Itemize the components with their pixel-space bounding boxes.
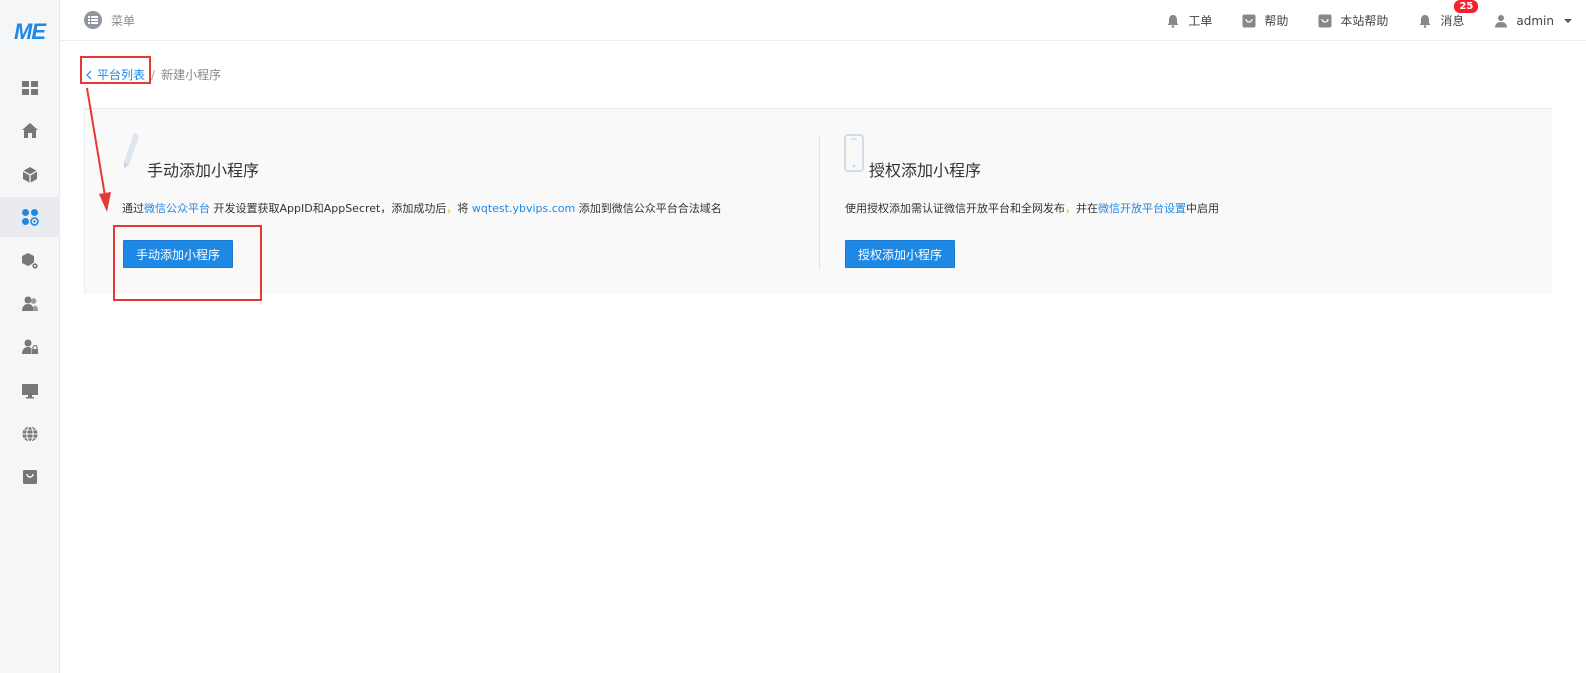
top-right-actions: 工单 帮助 本站帮助 消息 25 admin — [1136, 0, 1572, 41]
desc-text: ， — [446, 202, 458, 215]
desc-text: 开发设置获取AppID和AppSecret，添加成功后 — [210, 202, 447, 215]
sidebar-item-monitor[interactable] — [0, 371, 60, 411]
wechat-mp-link[interactable]: 微信公众平台 — [144, 202, 210, 215]
breadcrumb-current: 新建小程序 — [161, 68, 222, 82]
chevron-down-icon — [1564, 18, 1572, 23]
top-bar: 菜单 工单 帮助 本站帮助 消息 25 admin — [60, 0, 1586, 41]
sidebar-item-cube[interactable] — [0, 155, 60, 195]
user-name: admin — [1516, 13, 1554, 28]
store-icon — [23, 470, 37, 484]
bell-icon — [1419, 14, 1431, 28]
desc-text: 并在 — [1076, 202, 1098, 215]
user-menu[interactable]: admin — [1494, 14, 1572, 28]
annotation-box-breadcrumb — [80, 56, 151, 84]
desc-text: 将 — [457, 202, 472, 215]
desc-text: 通过 — [122, 202, 144, 215]
sidebar-item-users[interactable] — [0, 284, 60, 324]
brand-logo[interactable]: ME — [0, 0, 59, 64]
pencil-icon — [124, 133, 139, 168]
package-settings-icon — [22, 253, 39, 270]
message-count-badge: 25 — [1453, 0, 1480, 14]
manual-card-title: 手动添加小程序 — [147, 161, 260, 180]
home-icon — [22, 123, 38, 138]
domain-text: wqtest.ybvips.com — [471, 202, 576, 215]
user-lock-icon — [22, 339, 38, 354]
menu-toggle[interactable]: 菜单 — [84, 11, 135, 29]
manual-card-description: 通过微信公众平台 开发设置获取AppID和AppSecret，添加成功后，将 w… — [122, 200, 722, 216]
top-item-label: 本站帮助 — [1340, 14, 1389, 28]
annotation-arrow — [86, 87, 111, 212]
annotation-box-button — [113, 225, 262, 301]
sidebar-item-apps[interactable] — [0, 197, 60, 237]
monitor-icon — [22, 384, 38, 399]
menu-label: 菜单 — [111, 13, 136, 28]
cube-icon — [22, 167, 38, 183]
top-item-help[interactable]: 帮助 — [1242, 12, 1288, 29]
user-icon — [1495, 14, 1508, 27]
add-miniprogram-panel: 手动添加小程序 通过微信公众平台 开发设置获取AppID和AppSecret，添… — [84, 108, 1552, 294]
breadcrumb-separator: / — [151, 67, 156, 82]
desc-text: 使用授权添加需认证微信开放平台和全网发布 — [845, 202, 1065, 215]
apps-settings-icon — [22, 209, 39, 226]
sidebar: ME — [0, 0, 60, 673]
globe-icon — [22, 426, 38, 442]
users-icon — [22, 296, 38, 311]
bell-icon — [1167, 14, 1179, 28]
desc-text: 添加到微信公众平台合法域名 — [575, 202, 722, 215]
sidebar-item-dashboard[interactable] — [0, 68, 60, 108]
top-item-ticket[interactable]: 工单 — [1166, 12, 1212, 29]
top-item-label: 帮助 — [1264, 14, 1289, 28]
auth-add-card: 授权添加小程序 使用授权添加需认证微信开放平台和全网发布，并在微信开放平台设置中… — [819, 109, 1553, 295]
phone-icon — [844, 134, 864, 172]
auth-card-description: 使用授权添加需认证微信开放平台和全网发布，并在微信开放平台设置中启用 — [845, 200, 1219, 216]
help-box-icon — [1242, 14, 1256, 27]
auth-add-button[interactable]: 授权添加小程序 — [845, 240, 956, 268]
top-item-label: 工单 — [1188, 14, 1213, 28]
top-item-site-help[interactable]: 本站帮助 — [1318, 12, 1388, 29]
dashboard-icon — [22, 81, 38, 95]
help-box-icon — [1318, 14, 1332, 27]
sidebar-item-globe[interactable] — [0, 414, 60, 454]
sidebar-item-home[interactable] — [0, 111, 60, 151]
sidebar-item-package[interactable] — [0, 241, 60, 281]
desc-text: 中启用 — [1186, 202, 1219, 215]
top-item-label: 消息 — [1440, 14, 1465, 28]
menu-list-icon — [84, 11, 102, 29]
top-item-messages[interactable]: 消息 25 — [1418, 0, 1480, 29]
desc-text: ， — [1065, 202, 1076, 215]
sidebar-item-store[interactable] — [0, 457, 60, 497]
sidebar-item-user-lock[interactable] — [0, 327, 60, 367]
auth-card-title: 授权添加小程序 — [869, 161, 982, 180]
wechat-open-platform-link[interactable]: 微信开放平台设置 — [1098, 202, 1186, 215]
